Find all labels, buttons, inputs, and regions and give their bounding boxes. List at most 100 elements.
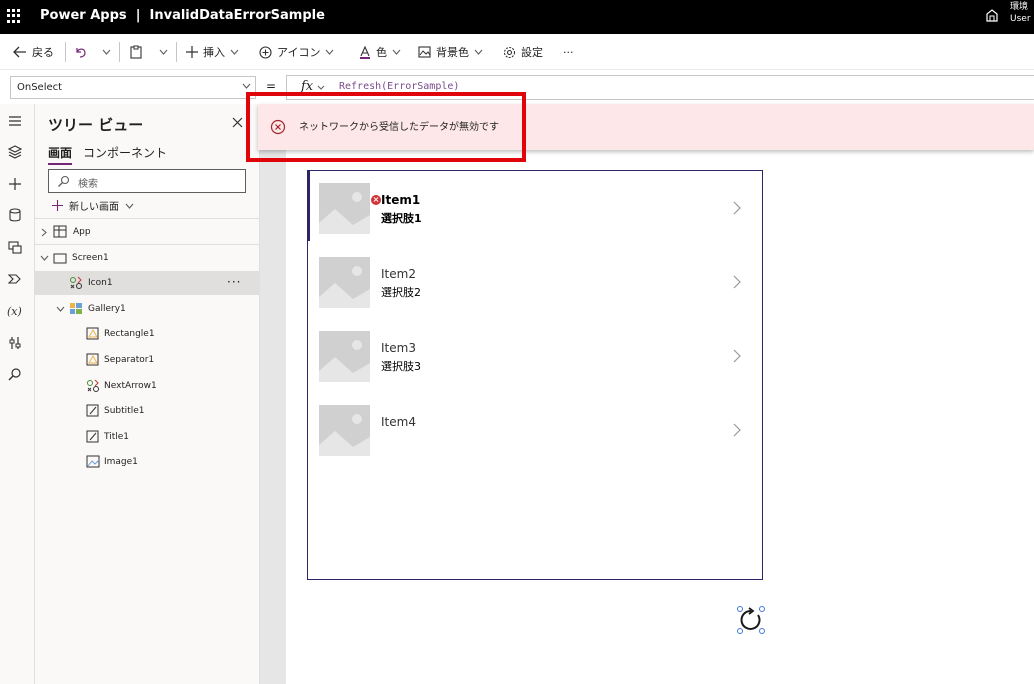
next-arrow-icon[interactable]	[733, 201, 741, 215]
shape-icon	[86, 353, 99, 366]
item-subtitle: 選択肢2	[381, 286, 421, 299]
chevron-down-icon[interactable]	[317, 85, 325, 90]
chevron-down-icon[interactable]	[40, 255, 49, 261]
item-subtitle: 選択肢3	[381, 360, 421, 373]
chevron-down-icon	[474, 49, 483, 55]
image-placeholder	[319, 331, 370, 382]
item-title: Item4	[381, 415, 416, 429]
screen-icon	[53, 253, 67, 264]
layers-icon[interactable]	[7, 144, 23, 160]
image-placeholder	[319, 257, 370, 308]
chevron-down-icon	[242, 83, 251, 89]
color-button[interactable]: 色	[359, 43, 401, 61]
chevron-down-icon	[392, 49, 401, 55]
tree-view-panel: ツリー ビュー 画面 コンポーネント 検索 新しい画面 App Screen1 …	[35, 104, 260, 684]
image-placeholder	[319, 183, 370, 234]
chevron-down-icon[interactable]	[56, 306, 65, 312]
undo-button[interactable]	[74, 43, 87, 61]
refresh-icon[interactable]	[736, 605, 766, 635]
tab-screens[interactable]: 画面	[48, 144, 73, 165]
chevron-right-icon[interactable]	[41, 228, 47, 237]
environment-label[interactable]: 環境 User	[1010, 1, 1031, 25]
property-dropdown[interactable]: OnSelect	[10, 76, 256, 99]
hamburger-icon[interactable]	[7, 113, 23, 129]
back-arrow-icon	[13, 46, 26, 58]
gallery-item[interactable]: Item4	[308, 395, 762, 469]
back-button[interactable]: 戻る	[13, 43, 54, 61]
tree-node-subtitle1[interactable]: Subtitle1	[35, 399, 260, 423]
app-icon	[53, 225, 67, 238]
insert-button[interactable]: 挿入	[186, 43, 239, 61]
error-badge-icon[interactable]: ×	[371, 195, 381, 205]
clipboard-icon	[130, 45, 142, 59]
icon-control-icon	[87, 379, 99, 392]
variables-icon[interactable]: (x)	[7, 303, 23, 319]
paste-menu-chevron[interactable]	[159, 43, 168, 61]
chevron-down-icon	[102, 49, 111, 55]
tree-view-title: ツリー ビュー	[48, 116, 144, 134]
tree-node-app[interactable]: App	[35, 220, 260, 244]
search-icon	[58, 175, 70, 187]
next-arrow-icon[interactable]	[733, 423, 741, 437]
top-bar: Power Apps | InvalidDataErrorSample 環境 U…	[0, 0, 1034, 34]
chevron-down-icon	[326, 49, 334, 55]
formula-text: Refresh(ErrorSample)	[339, 81, 460, 92]
tab-components[interactable]: コンポーネント	[83, 144, 167, 161]
tree-node-image1[interactable]: Image1	[35, 450, 260, 474]
gallery-item[interactable]: Item3 選択肢3	[308, 321, 762, 395]
environment-icon[interactable]	[985, 9, 999, 23]
gallery-item[interactable]: × Item1 選択肢1	[308, 173, 762, 247]
paste-button[interactable]	[130, 43, 142, 61]
tree-node-separator1[interactable]: Separator1	[35, 348, 260, 372]
tree-node-icon1[interactable]: Icon1 ···	[35, 271, 260, 295]
tree-node-nextarrow1[interactable]: NextArrow1	[35, 374, 260, 398]
next-arrow-icon[interactable]	[733, 349, 741, 363]
annotation-highlight-box	[246, 92, 526, 162]
gallery-item[interactable]: Item2 選択肢2	[308, 247, 762, 321]
gallery[interactable]: × Item1 選択肢1 Item2 選択肢2 Item3 選択肢3 Item4	[307, 170, 763, 580]
close-icon[interactable]	[232, 117, 243, 128]
tree-node-screen1[interactable]: Screen1	[35, 246, 260, 270]
more-options-button[interactable]: ···	[227, 275, 241, 289]
item-subtitle: 選択肢1	[381, 212, 422, 225]
tree-divider	[35, 218, 260, 219]
more-commands-button[interactable]: ···	[563, 43, 574, 61]
gallery-icon	[70, 303, 82, 314]
icon-button[interactable]: アイコン	[259, 43, 334, 61]
search-icon[interactable]	[7, 367, 23, 383]
chevron-down-icon	[125, 203, 134, 209]
power-automate-icon[interactable]	[7, 271, 23, 287]
label-icon	[86, 404, 99, 417]
insert-plus-icon[interactable]	[7, 176, 23, 192]
next-arrow-icon[interactable]	[733, 275, 741, 289]
tree-node-rectangle1[interactable]: Rectangle1	[35, 322, 260, 346]
settings-button[interactable]: 設定	[503, 43, 543, 61]
image-icon	[86, 455, 100, 468]
app-launcher-icon[interactable]	[7, 9, 21, 23]
toolbar-separator	[65, 42, 66, 62]
background-color-button[interactable]: 背景色	[418, 43, 483, 61]
command-bar: 戻る 挿入 アイコン 色 背景色 設定 ···	[0, 34, 1034, 70]
font-color-icon	[360, 45, 370, 59]
app-title: Power Apps | InvalidDataErrorSample	[40, 8, 325, 23]
item-title: Item1	[381, 193, 421, 207]
new-screen-button[interactable]: 新しい画面	[52, 198, 134, 213]
plus-icon	[186, 46, 198, 58]
chevron-down-icon	[159, 49, 168, 55]
database-icon[interactable]	[7, 207, 23, 223]
toolbar-separator	[119, 42, 120, 62]
tree-search-input[interactable]: 検索	[48, 169, 246, 193]
media-icon[interactable]	[7, 239, 23, 255]
toolbar-separator	[176, 42, 177, 62]
tools-icon[interactable]	[7, 335, 23, 351]
item-title: Item2	[381, 267, 416, 281]
chevron-down-icon	[230, 49, 239, 55]
undo-menu-chevron[interactable]	[102, 43, 111, 61]
plus-icon	[52, 200, 63, 211]
shape-icon	[86, 327, 99, 340]
undo-icon	[76, 48, 86, 58]
tree-node-title1[interactable]: Title1	[35, 425, 260, 449]
more-icon: ···	[563, 45, 574, 59]
equals-sign: =	[266, 79, 277, 93]
tree-node-gallery1[interactable]: Gallery1	[35, 297, 260, 321]
